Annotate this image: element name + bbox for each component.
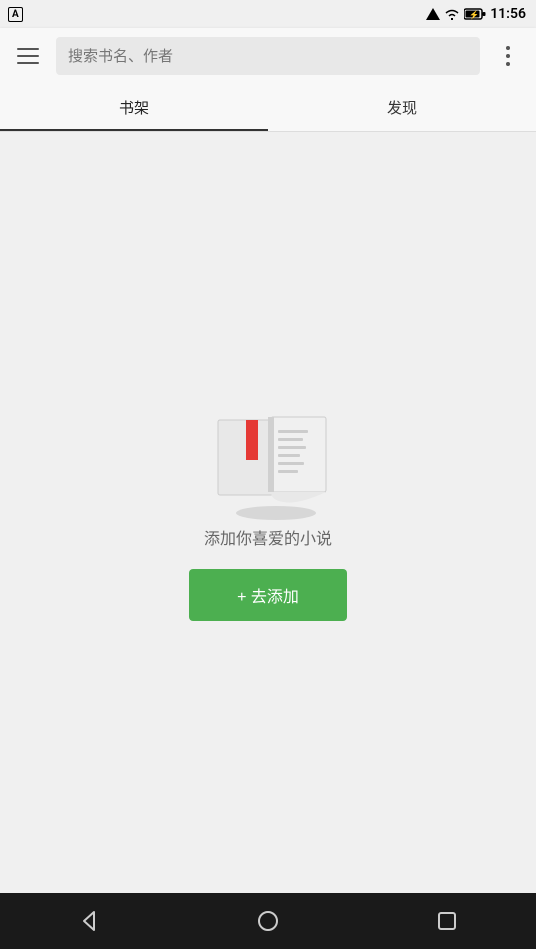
status-time: 11:56	[490, 6, 526, 22]
back-button[interactable]	[65, 897, 113, 945]
android-logo: A	[8, 7, 23, 22]
status-bar: A ⚡ 11:56	[0, 0, 536, 28]
tab-discover[interactable]: 发现	[268, 84, 536, 131]
menu-button[interactable]	[8, 36, 48, 76]
menu-line-2	[17, 55, 39, 57]
more-button[interactable]	[488, 36, 528, 76]
book-svg	[208, 405, 338, 520]
status-left: A	[8, 7, 23, 22]
bottom-nav	[0, 893, 536, 949]
more-dot-1	[506, 46, 510, 50]
tab-bookshelf-label: 书架	[119, 97, 149, 118]
wifi-icon	[444, 8, 460, 20]
tab-discover-label: 发现	[387, 97, 417, 118]
more-dot-3	[506, 62, 510, 66]
top-bar	[0, 28, 536, 84]
recents-button[interactable]	[423, 897, 471, 945]
signal-icon	[426, 8, 440, 20]
recents-icon	[436, 910, 458, 932]
status-right: ⚡ 11:56	[426, 6, 526, 22]
search-bar[interactable]	[56, 37, 480, 75]
main-content: 添加你喜爱的小说 + 去添加	[0, 132, 536, 893]
more-dot-2	[506, 54, 510, 58]
home-icon	[257, 910, 279, 932]
back-icon	[78, 910, 100, 932]
tabs: 书架 发现	[0, 84, 536, 132]
svg-text:⚡: ⚡	[469, 10, 479, 20]
battery-icon: ⚡	[464, 8, 486, 20]
add-book-button[interactable]: + 去添加	[189, 569, 347, 621]
tab-bookshelf[interactable]: 书架	[0, 84, 268, 131]
menu-line-1	[17, 48, 39, 50]
search-input[interactable]	[68, 48, 468, 65]
empty-message: 添加你喜爱的小说	[204, 525, 332, 549]
menu-line-3	[17, 62, 39, 64]
home-button[interactable]	[244, 897, 292, 945]
book-illustration	[208, 405, 328, 505]
